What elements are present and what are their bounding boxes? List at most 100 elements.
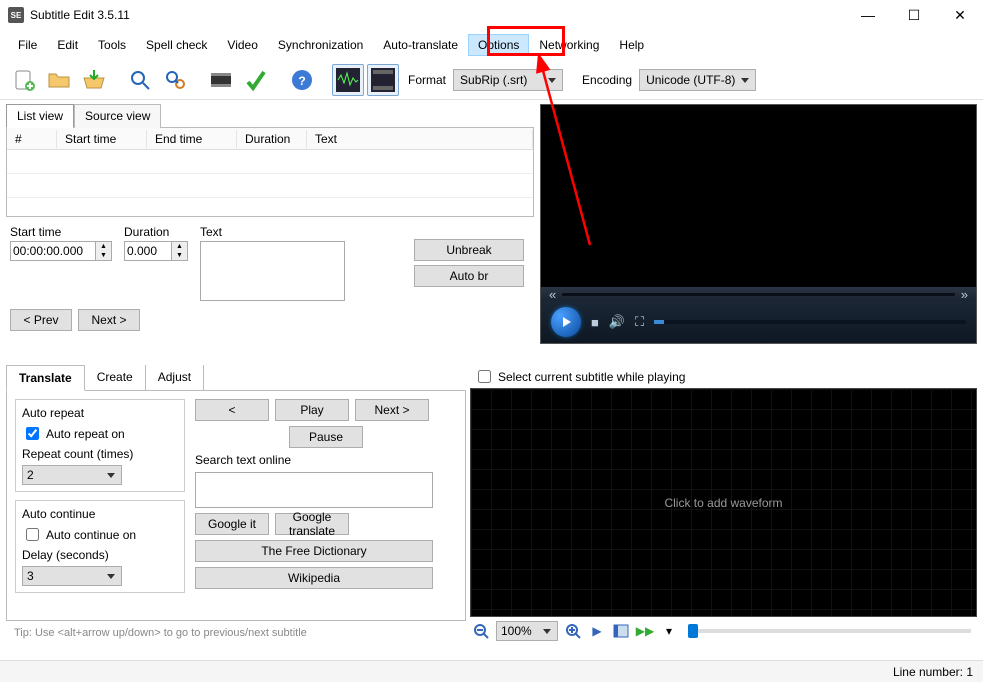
pb-prev-button[interactable]: < [195, 399, 269, 421]
waveform-panel[interactable]: Click to add waveform [470, 388, 977, 617]
autobr-button[interactable]: Auto br [414, 265, 524, 287]
pb-pause-button[interactable]: Pause [289, 426, 363, 448]
pb-next-button[interactable]: Next > [355, 399, 429, 421]
find-icon[interactable] [124, 64, 156, 96]
menu-file[interactable]: File [8, 34, 47, 56]
open-file-icon[interactable] [43, 64, 75, 96]
delay-select[interactable]: 3 [22, 566, 122, 586]
auto-repeat-checkbox[interactable] [26, 427, 39, 440]
app-icon: SE [8, 7, 24, 23]
help-icon[interactable]: ? [286, 64, 318, 96]
tab-list-view[interactable]: List view [6, 104, 74, 128]
svg-text:?: ? [298, 74, 305, 88]
search-label: Search text online [195, 453, 457, 467]
tip-text: Tip: Use <alt+arrow up/down> to go to pr… [6, 621, 466, 639]
text-label: Text [200, 225, 345, 239]
zoom-select[interactable]: 100% [496, 621, 558, 641]
play-wave-icon[interactable]: ▶ [588, 622, 606, 640]
visual-sync-icon[interactable] [205, 64, 237, 96]
col-start[interactable]: Start time [57, 130, 147, 148]
col-text[interactable]: Text [307, 130, 533, 148]
menu-edit[interactable]: Edit [47, 34, 88, 56]
duration-label: Duration [124, 225, 188, 239]
maximize-button[interactable]: ☐ [891, 0, 937, 30]
menubar: File Edit Tools Spell check Video Synchr… [0, 30, 983, 60]
dur-up-icon[interactable]: ▲ [172, 242, 187, 251]
menu-help[interactable]: Help [609, 34, 654, 56]
google-translate-button[interactable]: Google translate [275, 513, 349, 535]
search-input[interactable] [195, 472, 433, 508]
duration-field[interactable] [124, 241, 172, 261]
menu-options[interactable]: Options [468, 34, 529, 56]
start-time-label: Start time [10, 225, 112, 239]
tfd-button[interactable]: The Free Dictionary [195, 540, 433, 562]
duration-input[interactable]: ▲▼ [124, 241, 188, 261]
select-while-playing-label: Select current subtitle while playing [498, 370, 685, 384]
format-label: Format [408, 73, 446, 87]
col-duration[interactable]: Duration [237, 130, 307, 148]
tab-adjust[interactable]: Adjust [146, 365, 204, 390]
new-file-icon[interactable] [8, 64, 40, 96]
auto-continue-title: Auto continue [22, 507, 178, 521]
window-title: Subtitle Edit 3.5.11 [30, 8, 975, 22]
video-seekbar[interactable]: « » [541, 287, 976, 301]
repeat-count-label: Repeat count (times) [22, 447, 178, 461]
play-icon[interactable] [551, 307, 581, 337]
close-button[interactable]: ✕ [937, 0, 983, 30]
subtitle-grid[interactable]: # Start time End time Duration Text [7, 128, 533, 198]
save-icon[interactable] [78, 64, 110, 96]
titlebar: SE Subtitle Edit 3.5.11 — ☐ ✕ [0, 0, 983, 30]
stop-icon[interactable]: ■ [591, 315, 599, 330]
menu-spell-check[interactable]: Spell check [136, 34, 217, 56]
frame-icon[interactable] [612, 622, 630, 640]
ffwd-icon[interactable]: ▶▶ [636, 622, 654, 640]
seek-fwd-icon[interactable]: » [961, 287, 968, 302]
zoom-slider[interactable] [688, 629, 971, 633]
zoom-in-icon[interactable] [564, 622, 582, 640]
tab-translate[interactable]: Translate [6, 365, 85, 391]
auto-continue-checkbox[interactable] [26, 528, 39, 541]
auto-repeat-on-label: Auto repeat on [46, 427, 125, 441]
wave-dropdown-icon[interactable]: ▾ [660, 622, 678, 640]
select-while-playing-checkbox[interactable] [478, 370, 491, 383]
format-dropdown[interactable]: SubRip (.srt) [453, 69, 563, 91]
minimize-button[interactable]: — [845, 0, 891, 30]
col-end[interactable]: End time [147, 130, 237, 148]
col-number[interactable]: # [7, 130, 57, 148]
menu-networking[interactable]: Networking [529, 34, 609, 56]
seek-back-icon[interactable]: « [549, 287, 556, 302]
auto-repeat-title: Auto repeat [22, 406, 178, 420]
tab-source-view[interactable]: Source view [74, 104, 161, 128]
waveform-placeholder: Click to add waveform [664, 496, 782, 510]
menu-tools[interactable]: Tools [88, 34, 136, 56]
pb-play-button[interactable]: Play [275, 399, 349, 421]
fullscreen-icon[interactable]: ⛶ [635, 314, 644, 330]
start-up-icon[interactable]: ▲ [96, 242, 111, 251]
text-input[interactable] [200, 241, 345, 301]
next-button[interactable]: Next > [78, 309, 140, 331]
unbreak-button[interactable]: Unbreak [414, 239, 524, 261]
zoom-out-icon[interactable] [472, 622, 490, 640]
menu-synchronization[interactable]: Synchronization [268, 34, 373, 56]
start-down-icon[interactable]: ▼ [96, 251, 111, 260]
video-player[interactable]: « » ■ 🔊 ⛶ [540, 104, 977, 344]
prev-button[interactable]: < Prev [10, 309, 72, 331]
google-button[interactable]: Google it [195, 513, 269, 535]
encoding-label: Encoding [582, 73, 632, 87]
menu-video[interactable]: Video [217, 34, 267, 56]
waveform-toggle-icon[interactable] [332, 64, 364, 96]
wikipedia-button[interactable]: Wikipedia [195, 567, 433, 589]
video-toggle-icon[interactable] [367, 64, 399, 96]
tab-create[interactable]: Create [85, 365, 146, 390]
dur-down-icon[interactable]: ▼ [172, 251, 187, 260]
auto-continue-on-label: Auto continue on [46, 528, 136, 542]
encoding-dropdown[interactable]: Unicode (UTF-8) [639, 69, 756, 91]
repeat-count-select[interactable]: 2 [22, 465, 122, 485]
spell-check-icon[interactable] [240, 64, 272, 96]
replace-icon[interactable] [159, 64, 191, 96]
menu-auto-translate[interactable]: Auto-translate [373, 34, 468, 56]
volume-icon[interactable]: 🔊 [609, 314, 625, 330]
start-time-field[interactable] [10, 241, 96, 261]
start-time-input[interactable]: ▲▼ [10, 241, 112, 261]
video-progress[interactable] [654, 320, 966, 324]
